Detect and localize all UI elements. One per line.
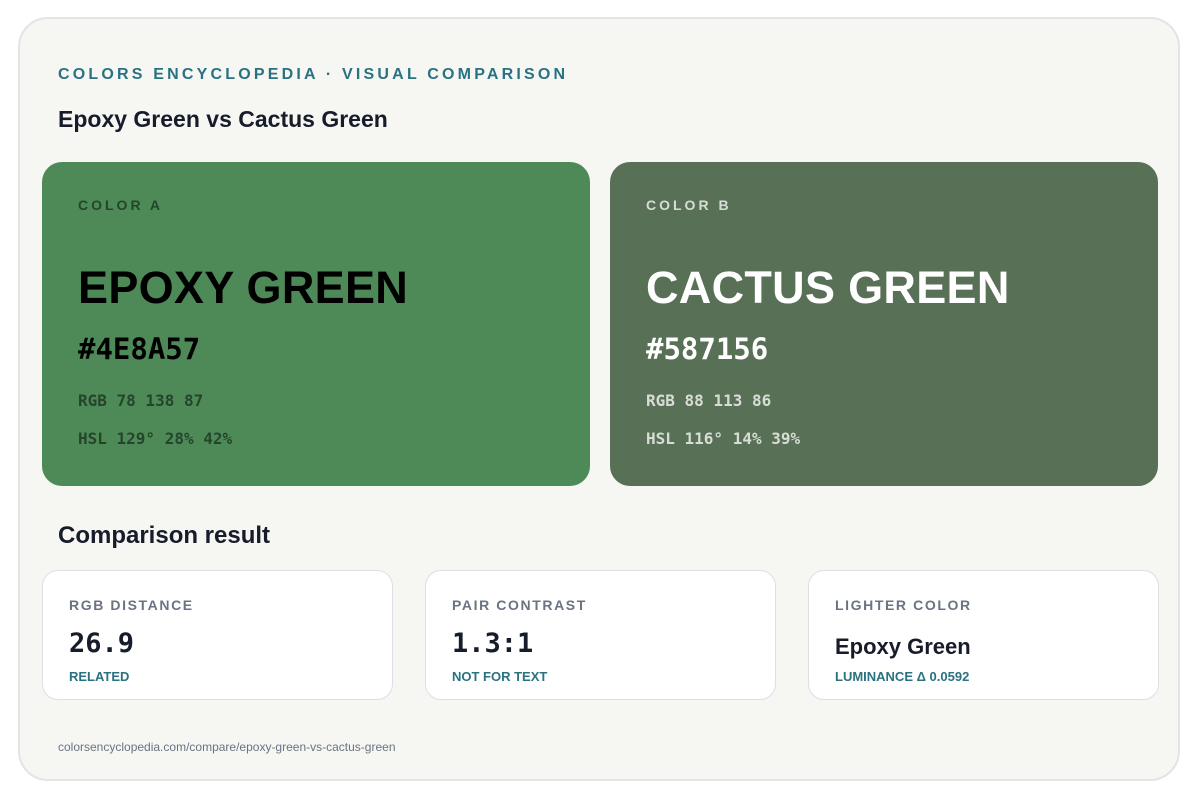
color-a-swatch: COLOR A EPOXY GREEN #4E8A57 RGB 78 138 8… [42,162,590,486]
color-a-rgb: RGB 78 138 87 [78,391,204,410]
eyebrow-label: COLORS ENCYCLOPEDIA · VISUAL COMPARISON [58,66,569,83]
footer-url: colorsencyclopedia.com/compare/epoxy-gre… [58,740,396,754]
lighter-color-label: LIGHTER COLOR [835,597,972,613]
comparison-title: Comparison result [58,522,271,549]
color-b-tag: COLOR B [646,197,732,213]
lighter-color-card: LIGHTER COLOR Epoxy Green LUMINANCE Δ 0.… [808,570,1159,700]
lighter-color-note: LUMINANCE Δ 0.0592 [835,669,970,684]
pair-contrast-value: 1.3:1 [452,628,534,659]
pair-contrast-label: PAIR CONTRAST [452,597,587,613]
color-b-name: CACTUS GREEN [646,262,1010,313]
pair-contrast-note: NOT FOR TEXT [452,669,548,684]
color-a-tag: COLOR A [78,197,164,213]
color-b-hex: #587156 [646,332,769,366]
color-a-hex: #4E8A57 [78,332,201,366]
color-a-name: EPOXY GREEN [78,262,409,313]
lighter-color-value: Epoxy Green [835,634,971,659]
color-b-swatch: COLOR B CACTUS GREEN #587156 RGB 88 113 … [610,162,1158,486]
rgb-distance-label: RGB DISTANCE [69,597,194,613]
page-title: Epoxy Green vs Cactus Green [58,106,388,132]
color-b-rgb: RGB 88 113 86 [646,391,772,410]
rgb-distance-card: RGB DISTANCE 26.9 RELATED [42,570,393,700]
color-a-hsl: HSL 129° 28% 42% [78,429,233,448]
color-b-hsl: HSL 116° 14% 39% [646,429,801,448]
rgb-distance-value: 26.9 [69,628,135,659]
pair-contrast-card: PAIR CONTRAST 1.3:1 NOT FOR TEXT [425,570,776,700]
rgb-distance-note: RELATED [69,669,130,684]
